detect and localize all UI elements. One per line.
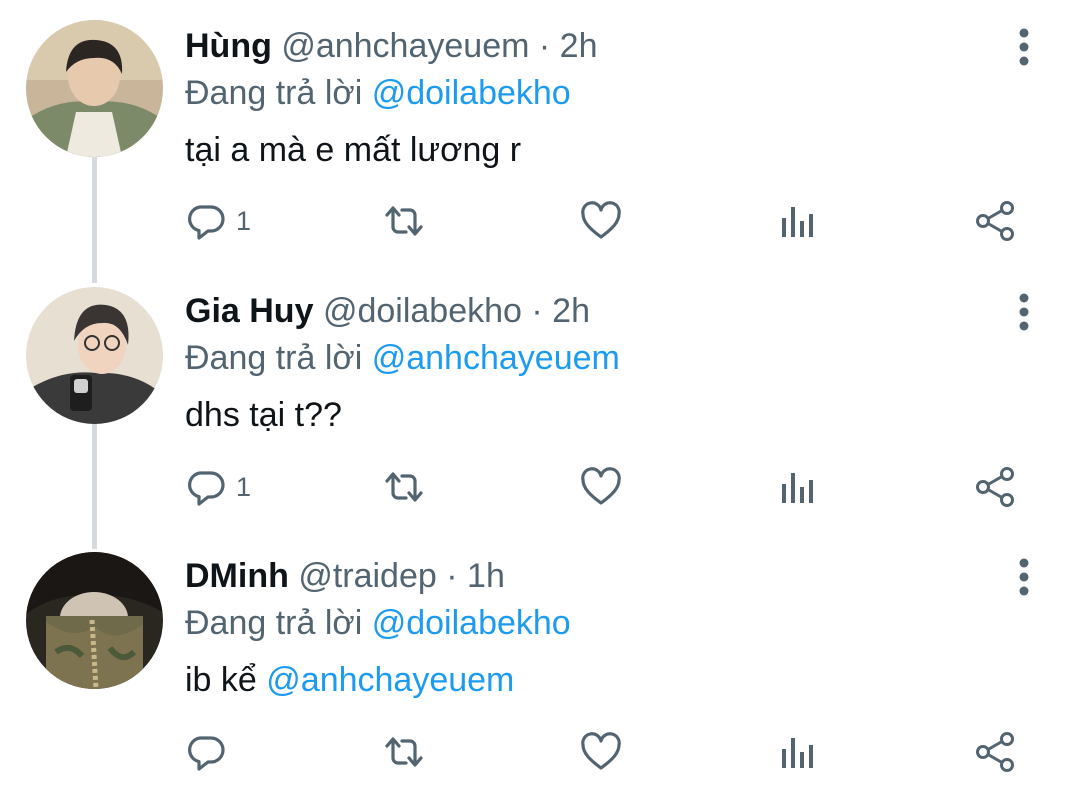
timestamp[interactable]: 2h [552,292,590,330]
reply-icon [188,736,225,771]
reply-button[interactable] [186,722,236,782]
analytics-button[interactable] [779,457,815,517]
retweet-button[interactable] [382,722,426,782]
more-icon [1019,28,1029,66]
reply-count: 1 [236,205,252,236]
more-options-button[interactable] [1008,290,1040,334]
share-button[interactable] [974,457,1016,517]
share-button[interactable] [974,191,1016,251]
like-button[interactable] [580,457,622,517]
separator: · [531,292,543,330]
tweet-text-body: dhs tại t?? [185,396,342,434]
like-icon [581,732,621,770]
tweet-text-body: tại a mà e mất lương r [185,131,522,169]
more-options-button[interactable] [1008,25,1040,69]
share-icon [976,201,1014,241]
tweet-text: ib kể @anhchayeuem [185,660,990,700]
like-button[interactable] [580,191,622,251]
like-icon [581,467,621,505]
reply-count: 1 [236,471,252,502]
retweet-button[interactable] [382,191,426,251]
timestamp[interactable]: 2h [560,27,598,65]
avatar[interactable] [26,287,163,424]
share-button[interactable] [974,722,1016,782]
more-icon [1019,293,1029,331]
like-button[interactable] [580,722,622,782]
more-options-button[interactable] [1008,555,1040,599]
reply-prefix: Đang trả lời [185,339,363,377]
share-icon [976,732,1014,772]
reply-icon [188,205,225,240]
reply-button[interactable]: 1 [186,191,251,251]
tweet-text: dhs tại t?? [185,395,990,435]
display-name[interactable]: Hùng [185,27,272,65]
retweet-icon [385,472,423,502]
more-icon [1019,558,1029,596]
retweet-button[interactable] [382,457,426,517]
avatar[interactable] [26,20,163,157]
reply-prefix: Đang trả lời [185,74,363,112]
separator: · [538,27,551,65]
analytics-icon [782,473,813,503]
share-icon [976,467,1014,507]
user-handle[interactable]: @anhchayeuem [281,27,529,65]
reply-to-mention[interactable]: @doilabekho [372,74,571,112]
user-handle[interactable]: @traidep [298,557,436,595]
user-handle[interactable]: @doilabekho [323,292,522,330]
retweet-icon [385,206,423,236]
retweet-icon [385,737,423,767]
analytics-icon [782,207,813,237]
avatar[interactable] [26,552,163,689]
tweet[interactable]: DMinh @traidep · 1h Đang trả lời @doilab… [0,530,1080,795]
tweet[interactable]: Hùng @anhchayeuem · 2h Đang trả lời @doi… [0,0,1080,265]
action-bar [0,722,1080,782]
tweet-text-body: ib kể [185,661,267,699]
tweet-text: tại a mà e mất lương r [185,130,990,170]
like-icon [581,201,621,239]
reply-to-mention[interactable]: @anhchayeuem [372,339,620,377]
action-bar: 1 [0,457,1080,517]
tweet-text-mention[interactable]: @anhchayeuem [266,661,514,699]
reply-prefix: Đang trả lời [185,604,363,642]
display-name[interactable]: Gia Huy [185,292,313,330]
analytics-button[interactable] [779,722,815,782]
analytics-button[interactable] [779,191,815,251]
action-bar: 1 [0,191,1080,251]
timestamp[interactable]: 1h [467,557,505,595]
separator: · [446,557,458,595]
reply-icon [188,471,225,506]
display-name[interactable]: DMinh [185,557,289,595]
reply-button[interactable]: 1 [186,457,251,517]
reply-to-mention[interactable]: @doilabekho [372,604,571,642]
analytics-icon [782,738,813,768]
tweet[interactable]: Gia Huy @doilabekho · 2h Đang trả lời @a… [0,265,1080,530]
